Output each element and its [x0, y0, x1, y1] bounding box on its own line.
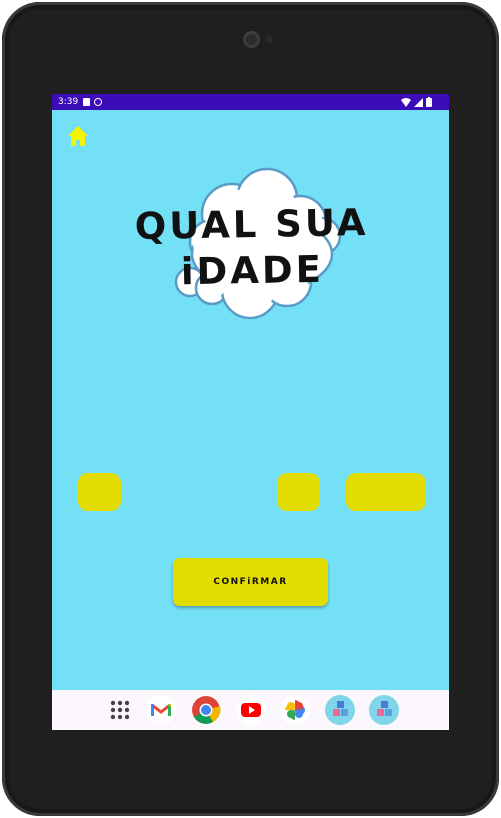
age-option-2[interactable]: [277, 473, 320, 511]
status-time: 3:39: [58, 97, 79, 107]
app-dock: [52, 690, 449, 730]
photos-icon[interactable]: [280, 695, 310, 725]
gmail-icon[interactable]: [146, 695, 176, 725]
notification-sd-icon: [83, 98, 90, 106]
camera-icon: [243, 31, 260, 48]
age-option-3[interactable]: [346, 473, 426, 511]
confirm-button[interactable]: CONFiRMAR: [173, 558, 328, 606]
wifi-icon: [401, 97, 411, 107]
status-icons: [401, 97, 432, 107]
abc-blocks-app-icon-2[interactable]: [369, 695, 399, 725]
youtube-icon[interactable]: [236, 695, 266, 725]
battery-icon: [426, 97, 432, 107]
abc-blocks-app-icon[interactable]: [325, 695, 355, 725]
notification-icons: [83, 98, 102, 106]
home-icon[interactable]: [67, 125, 89, 147]
age-option-1[interactable]: [78, 473, 121, 511]
notification-circle-icon: [94, 98, 102, 106]
page-title: QUAL SUA iDADE: [134, 200, 369, 294]
app-screen: 3:39 QUAL SUA iDADE CONFiRMAR: [52, 94, 449, 730]
apps-grid-icon[interactable]: [105, 695, 135, 725]
chrome-icon[interactable]: [191, 695, 221, 725]
status-bar: 3:39: [52, 94, 449, 110]
signal-icon: [414, 97, 423, 107]
sensor-dot: [266, 36, 273, 43]
